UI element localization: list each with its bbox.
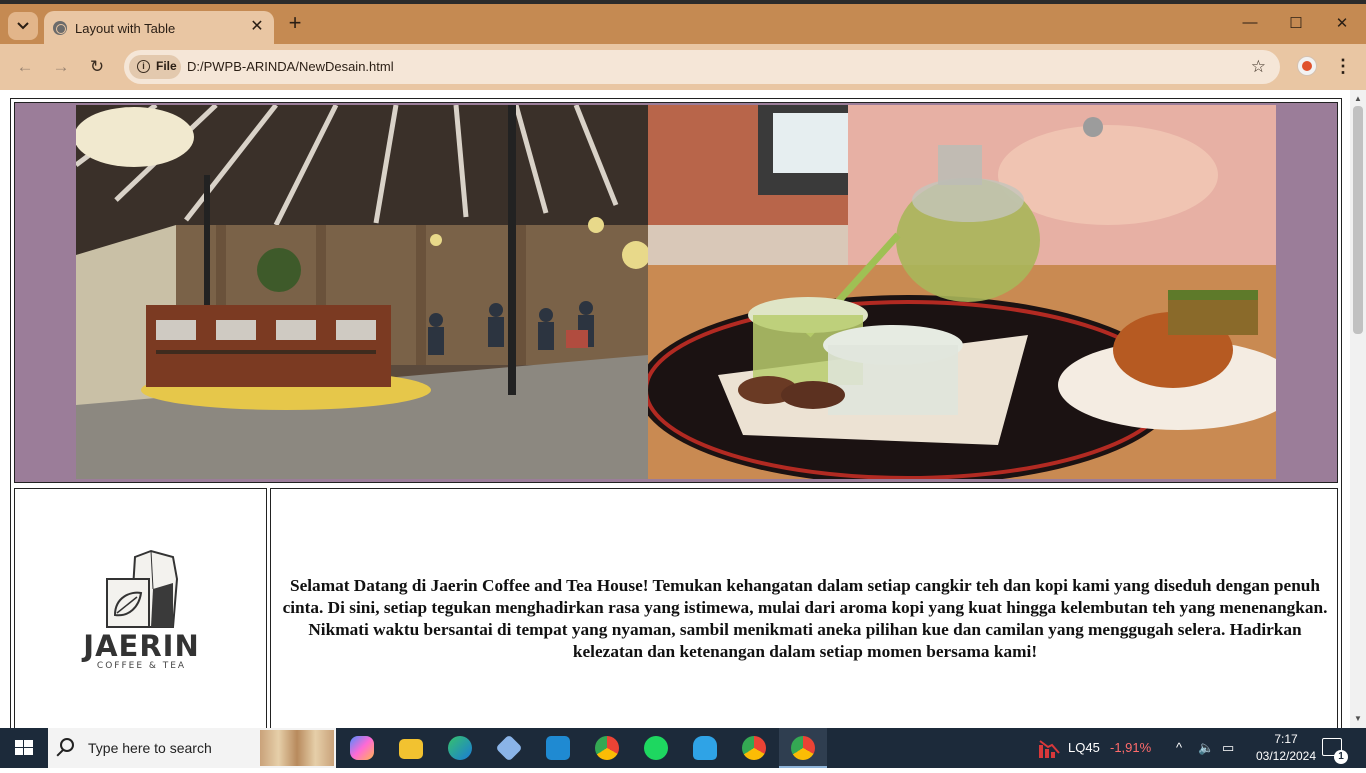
chrome-profile-icon[interactable]	[730, 728, 778, 768]
new-tab-button[interactable]: +	[284, 12, 306, 35]
back-arrow-icon[interactable]: ←	[14, 56, 36, 78]
chrome-icon[interactable]	[583, 728, 631, 768]
file-explorer-icon[interactable]	[387, 728, 435, 768]
site-info-chip[interactable]: i File	[129, 55, 181, 79]
search-placeholder: Type here to search	[88, 740, 212, 756]
profile-avatar-icon[interactable]	[1297, 56, 1317, 76]
stock-change: -1,91%	[1110, 740, 1152, 755]
welcome-cell: Selamat Datang di Jaerin Coffee and Tea …	[270, 488, 1338, 728]
globe-icon	[53, 21, 67, 35]
spotify-icon[interactable]	[632, 728, 680, 768]
windows-logo-icon	[15, 740, 33, 755]
start-button[interactable]	[0, 728, 48, 768]
scroll-up-arrow-icon[interactable]: ▲	[1350, 92, 1366, 106]
logo-wordmark: JAERIN	[83, 629, 200, 663]
tea-bag-logo-icon	[106, 549, 179, 628]
tea-pouring-image	[648, 105, 1276, 479]
virtualbox-icon[interactable]	[485, 728, 533, 768]
welcome-paragraph: Selamat Datang di Jaerin Coffee and Tea …	[282, 576, 1328, 661]
copilot-icon[interactable]	[338, 728, 386, 768]
clock-date[interactable]: 03/12/2024	[1244, 749, 1328, 763]
browser-toolbar: ← → ↻ i File D:/PWPB-ARINDA/NewDesain.ht…	[0, 44, 1366, 90]
kebab-menu-icon[interactable]: ⋮	[1334, 56, 1352, 78]
tab-active[interactable]: Layout with Table ✕	[44, 11, 274, 48]
page-viewport: JAERIN COFFEE & TEA Selamat Datang di Ja…	[0, 90, 1366, 728]
info-icon: i	[137, 60, 150, 73]
search-icon	[60, 738, 74, 752]
network-icon[interactable]: ▭	[1222, 740, 1234, 756]
logo-cell: JAERIN COFFEE & TEA	[14, 488, 267, 728]
minimize-button[interactable]: —	[1238, 14, 1262, 36]
windows-taskbar: Type here to search LQ45 -1,91% ^ 🔈 ▭ 7:…	[0, 728, 1366, 768]
scrollbar-thumb[interactable]	[1353, 106, 1363, 334]
notification-count: 1	[1334, 750, 1348, 764]
app-icon[interactable]	[681, 728, 729, 768]
url-text[interactable]: D:/PWPB-ARINDA/NewDesain.html	[187, 59, 394, 74]
taskbar-search[interactable]: Type here to search	[48, 728, 336, 768]
stock-chart-icon	[1039, 740, 1060, 758]
forward-arrow-icon[interactable]: →	[50, 56, 72, 78]
reload-icon[interactable]: ↻	[86, 56, 108, 78]
chrome-active-icon[interactable]	[779, 728, 827, 768]
hero-cell	[14, 102, 1338, 483]
vertical-scrollbar[interactable]: ▲ ▼	[1350, 90, 1366, 728]
bookmark-star-icon[interactable]: ☆	[1251, 57, 1266, 77]
tab-strip: Layout with Table ✕ + — ☐ ✕	[0, 0, 1366, 48]
logo-tagline: COFFEE & TEA	[96, 661, 187, 671]
edge-icon[interactable]	[436, 728, 484, 768]
site-info-label: File	[156, 59, 177, 73]
clock-time[interactable]: 7:17	[1266, 732, 1306, 746]
cafe-interior-image	[76, 105, 648, 479]
close-window-button[interactable]: ✕	[1330, 14, 1354, 36]
jaerin-logo: JAERIN COFFEE & TEA	[15, 549, 268, 679]
chevron-down-icon	[17, 22, 29, 30]
layout-table: JAERIN COFFEE & TEA Selamat Datang di Ja…	[10, 98, 1342, 728]
chevron-up-icon[interactable]: ^	[1176, 740, 1182, 755]
scroll-down-arrow-icon[interactable]: ▼	[1350, 712, 1366, 726]
address-bar[interactable]: i File D:/PWPB-ARINDA/NewDesain.html ☆	[124, 50, 1280, 84]
speaker-muted-icon[interactable]: 🔈	[1198, 740, 1214, 756]
tab-search-button[interactable]	[8, 12, 38, 40]
vscode-icon[interactable]	[534, 728, 582, 768]
search-highlight-image	[260, 730, 334, 766]
stock-name: LQ45	[1068, 740, 1100, 755]
close-tab-icon[interactable]: ✕	[248, 18, 266, 36]
tab-title: Layout with Table	[75, 21, 176, 36]
maximize-button[interactable]: ☐	[1284, 14, 1308, 36]
